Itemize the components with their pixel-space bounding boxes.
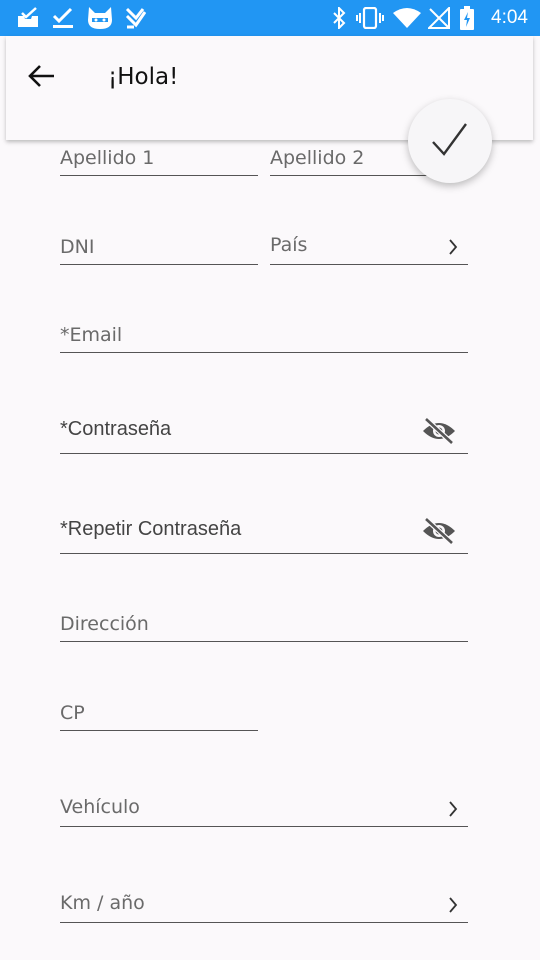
cyanogen-mod-icon	[88, 7, 112, 29]
status-bar: 4:04	[0, 0, 540, 36]
bluetooth-icon	[333, 7, 346, 29]
cp-label: CP	[60, 702, 85, 724]
arrow-back-icon	[28, 65, 54, 87]
status-time: 4:04	[491, 7, 528, 28]
chevron-right-icon	[449, 897, 458, 913]
cp-field[interactable]: CP	[60, 691, 258, 731]
visibility-off-icon[interactable]	[422, 417, 456, 445]
km-anio-label: Km / año	[60, 892, 145, 914]
vehiculo-selector[interactable]: Vehículo	[60, 787, 468, 827]
checkmark-icon	[432, 123, 467, 156]
repeat-password-field[interactable]: *Repetir Contraseña	[60, 508, 468, 554]
apellido2-field[interactable]: Apellido 2	[270, 136, 428, 176]
pais-selector[interactable]: País	[270, 225, 468, 265]
vibrate-icon	[356, 7, 384, 29]
direccion-field[interactable]: Dirección	[60, 602, 468, 642]
email-label: *Email	[60, 324, 123, 346]
direccion-label: Dirección	[60, 613, 149, 635]
wifi-icon	[393, 8, 421, 28]
chevron-right-icon	[449, 239, 458, 255]
password-field[interactable]: *Contraseña	[60, 408, 468, 454]
apellido1-field[interactable]: Apellido 1	[60, 136, 258, 176]
back-button[interactable]	[24, 58, 60, 94]
km-anio-selector[interactable]: Km / año	[60, 883, 468, 923]
inbox-check-icon	[18, 7, 38, 27]
apellido1-label: Apellido 1	[60, 147, 155, 169]
password-label: *Contraseña	[60, 418, 172, 440]
visibility-off-icon[interactable]	[422, 517, 456, 545]
pais-label: País	[270, 234, 308, 256]
download-check-icon	[125, 7, 146, 29]
check-icon	[52, 7, 73, 28]
page-title: ¡Hola!	[108, 64, 179, 90]
repeat-password-label: *Repetir Contraseña	[60, 518, 242, 540]
dni-field[interactable]: DNI	[60, 225, 258, 265]
chevron-right-icon	[449, 801, 458, 817]
email-field[interactable]: *Email	[60, 313, 468, 353]
confirm-button[interactable]	[408, 99, 492, 183]
dni-label: DNI	[60, 236, 95, 258]
battery-charging-icon	[460, 6, 474, 30]
no-signal-icon	[428, 7, 450, 29]
apellido2-label: Apellido 2	[270, 147, 365, 169]
vehiculo-label: Vehículo	[60, 796, 140, 818]
